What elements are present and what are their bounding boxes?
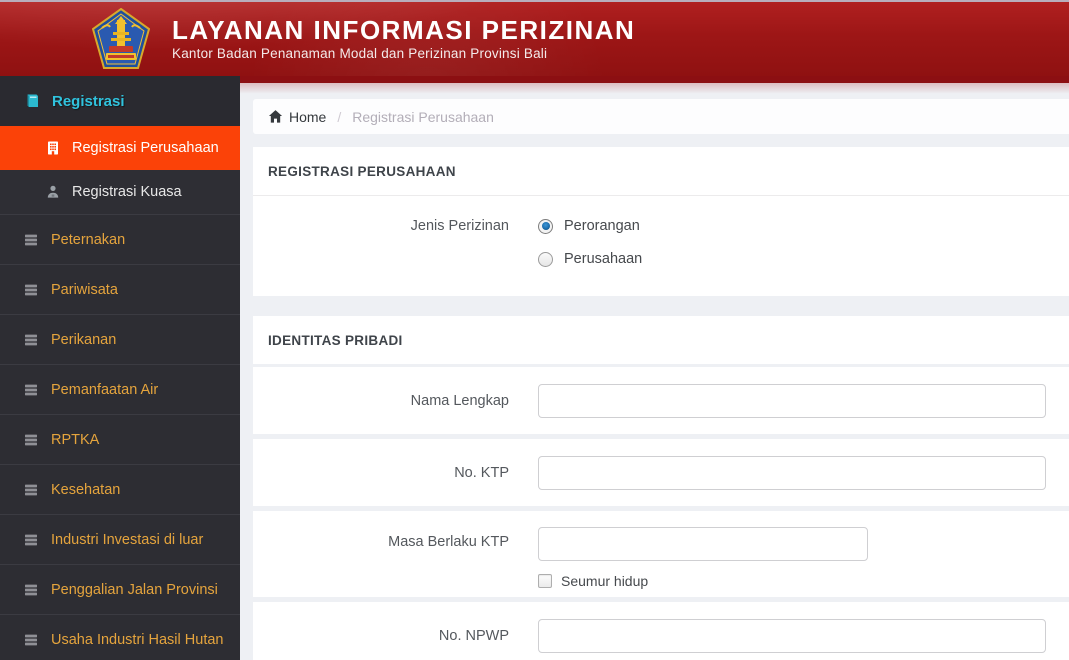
sidebar-item-usaha-industri-hasil-hutan[interactable]: Usaha Industri Hasil Hutan	[0, 614, 240, 660]
list-bars-icon	[23, 632, 39, 648]
breadcrumb-home-link[interactable]: Home	[268, 109, 326, 125]
sidebar-item-label: Industri Investasi di luar	[51, 531, 204, 548]
app-title: LAYANAN INFORMASI PERIZINAN	[172, 14, 636, 45]
list-bars-icon	[23, 282, 39, 298]
sidebar-item-pariwisata[interactable]: Pariwisata	[0, 264, 240, 314]
header-fade	[240, 83, 1069, 95]
breadcrumb: Home / Registrasi Perusahaan	[253, 99, 1069, 134]
breadcrumb-home-label: Home	[289, 108, 327, 125]
seumur-hidup-option[interactable]: Seumur hidup	[538, 573, 868, 589]
list-bars-icon	[23, 532, 39, 548]
registrasi-perusahaan-panel: REGISTRASI PERUSAHAAN Jenis Perizinan Pe…	[253, 147, 1069, 296]
sidebar-item-penggalian-jalan[interactable]: Penggalian Jalan Provinsi	[0, 564, 240, 614]
breadcrumb-current: Registrasi Perusahaan	[352, 108, 494, 125]
breadcrumb-separator: /	[337, 108, 342, 125]
masa-berlaku-ktp-row: Masa Berlaku KTP Seumur hidup	[253, 511, 1069, 597]
sidebar-item-kesehatan[interactable]: Kesehatan	[0, 464, 240, 514]
person-icon	[45, 184, 61, 200]
no-npwp-input[interactable]	[538, 618, 1046, 653]
nama-lengkap-row: Nama Lengkap	[253, 367, 1069, 434]
sidebar-nav: Registrasi Registrasi Perusahaan Registr…	[0, 76, 240, 660]
bali-coat-of-arms-logo	[91, 7, 151, 70]
seumur-hidup-label: Seumur hidup	[561, 573, 649, 589]
radio-perusahaan-label: Perusahaan	[564, 251, 643, 267]
sidebar-item-perikanan[interactable]: Perikanan	[0, 314, 240, 364]
header-bottom-strip	[240, 76, 1069, 83]
radio-option-perorangan[interactable]: Perorangan	[538, 218, 642, 234]
sidebar-item-label: Perikanan	[51, 331, 117, 348]
sidebar-item-label: RPTKA	[51, 431, 100, 448]
seumur-hidup-checkbox[interactable]	[538, 574, 552, 588]
list-bars-icon	[23, 332, 39, 348]
sidebar-item-label: Pariwisata	[51, 281, 118, 298]
sidebar-item-label: Registrasi Perusahaan	[72, 140, 219, 156]
sidebar-item-industri-investasi[interactable]: Industri Investasi di luar	[0, 514, 240, 564]
identitas-pribadi-header: IDENTITAS PRIBADI	[253, 316, 1069, 364]
sidebar-item-label: Penggalian Jalan Provinsi	[51, 581, 218, 598]
main-content: Home / Registrasi Perusahaan REGISTRASI …	[240, 76, 1069, 660]
list-bars-icon	[23, 432, 39, 448]
sidebar-item-label: Peternakan	[51, 231, 126, 248]
radio-option-perusahaan[interactable]: Perusahaan	[538, 251, 642, 267]
book-icon	[24, 93, 40, 109]
radio-perorangan[interactable]	[538, 218, 553, 234]
sidebar-item-label: Pemanfaatan Air	[51, 381, 159, 398]
sidebar-item-label: Registrasi	[52, 92, 125, 110]
no-npwp-row: No. NPWP	[253, 602, 1069, 660]
no-ktp-input[interactable]	[538, 455, 1046, 490]
sidebar-item-label: Kesehatan	[51, 481, 121, 498]
list-bars-icon	[23, 582, 39, 598]
radio-perorangan-label: Perorangan	[564, 218, 640, 234]
app-subtitle: Kantor Badan Penanaman Modal dan Perizin…	[172, 46, 548, 62]
nama-lengkap-input[interactable]	[538, 383, 1046, 418]
nama-lengkap-label: Nama Lengkap	[410, 392, 509, 409]
panel-title: REGISTRASI PERUSAHAAN	[253, 147, 1069, 196]
no-npwp-label: No. NPWP	[438, 627, 509, 644]
masa-berlaku-ktp-input[interactable]	[538, 527, 868, 561]
sidebar-item-pemanfaatan-air[interactable]: Pemanfaatan Air	[0, 364, 240, 414]
masa-berlaku-ktp-label: Masa Berlaku KTP	[388, 534, 509, 550]
home-icon	[268, 109, 283, 124]
sidebar-item-registrasi-kuasa[interactable]: Registrasi Kuasa	[0, 170, 240, 214]
sidebar-item-registrasi-perusahaan[interactable]: Registrasi Perusahaan	[0, 126, 240, 170]
app-header: LAYANAN INFORMASI PERIZINAN Kantor Badan…	[0, 0, 1069, 76]
list-bars-icon	[23, 232, 39, 248]
list-bars-icon	[23, 382, 39, 398]
sidebar-item-rptka[interactable]: RPTKA	[0, 414, 240, 464]
list-bars-icon	[23, 482, 39, 498]
building-icon	[45, 140, 61, 156]
sidebar-item-registrasi[interactable]: Registrasi	[0, 76, 240, 126]
jenis-perizinan-row: Jenis Perizinan Perorangan Perusahaan	[253, 196, 1069, 296]
sidebar-item-peternakan[interactable]: Peternakan	[0, 214, 240, 264]
no-ktp-label: No. KTP	[454, 464, 509, 481]
sidebar-item-label: Registrasi Kuasa	[72, 184, 182, 200]
radio-perusahaan[interactable]	[538, 251, 553, 267]
sidebar-item-label: Usaha Industri Hasil Hutan	[51, 631, 224, 648]
panel-title: IDENTITAS PRIBADI	[253, 316, 1069, 364]
no-ktp-row: No. KTP	[253, 439, 1069, 506]
jenis-perizinan-label: Jenis Perizinan	[410, 218, 509, 234]
